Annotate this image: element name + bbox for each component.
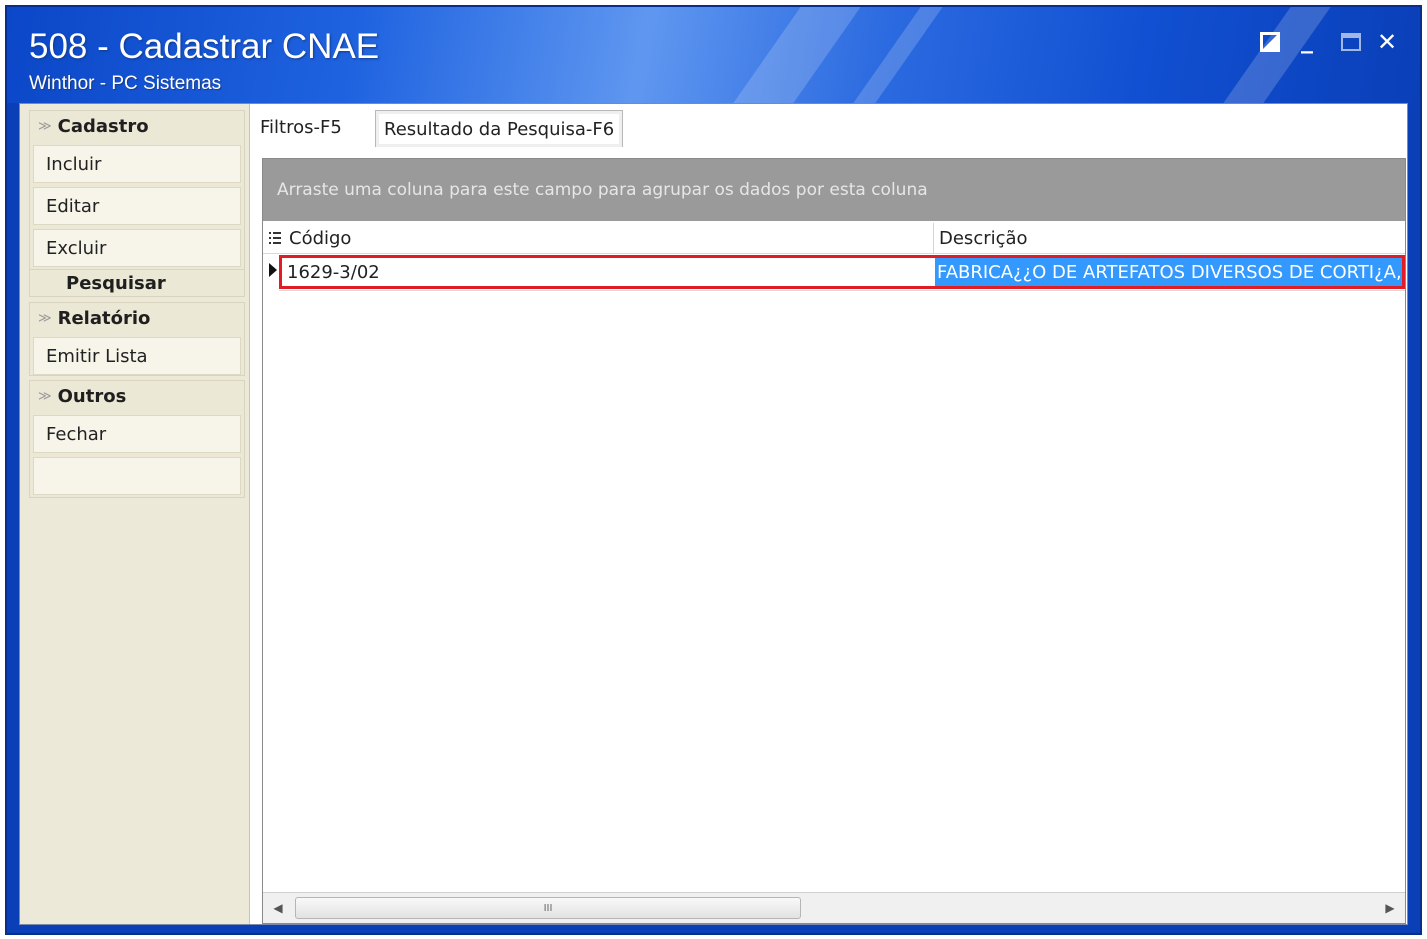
scroll-thumb[interactable]: III	[295, 897, 801, 919]
table-row[interactable]	[279, 255, 1405, 289]
window-title: 508 - Cadastrar CNAE	[29, 27, 380, 66]
scroll-right-icon[interactable]: ▶	[1379, 897, 1401, 919]
client-area: ≫ Cadastro Incluir Editar Excluir Pesqui…	[19, 103, 1408, 925]
tab-filtros[interactable]: Filtros-F5	[260, 110, 342, 144]
sidebar-item-editar[interactable]: Editar	[33, 187, 241, 225]
group-title: Relatório	[57, 307, 151, 329]
list-icon	[269, 232, 281, 244]
group-relatorio: ≫ Relatório Emitir Lista	[29, 302, 245, 376]
current-row-indicator-icon	[269, 263, 277, 277]
minimize-button[interactable]: _	[1294, 26, 1320, 54]
tab-resultado-pesquisa[interactable]: Resultado da Pesquisa-F6	[375, 110, 624, 147]
results-grid: Arraste uma coluna para este campo para …	[262, 158, 1406, 924]
sidebar-item-empty	[33, 457, 241, 495]
group-header-outros[interactable]: ≫ Outros	[30, 381, 244, 411]
main-content: Filtros-F5 Resultado da Pesquisa-F6 Arra…	[250, 104, 1407, 924]
title-bar-decoration	[733, 7, 861, 103]
group-title: Cadastro	[57, 115, 149, 137]
sidebar-item-emitir-lista[interactable]: Emitir Lista	[33, 337, 241, 375]
horizontal-scrollbar[interactable]: ◀ III ▶	[263, 892, 1405, 923]
group-cadastro: ≫ Cadastro Incluir Editar Excluir	[29, 110, 245, 270]
restore-button[interactable]	[1257, 29, 1283, 55]
title-bar-decoration	[853, 7, 943, 103]
sidebar-item-incluir[interactable]: Incluir	[33, 145, 241, 183]
sidebar-item-fechar[interactable]: Fechar	[33, 415, 241, 453]
close-button[interactable]: ✕	[1374, 28, 1400, 56]
title-bar-decoration	[1223, 7, 1331, 103]
window-subtitle: Winthor - PC Sistemas	[29, 73, 222, 94]
group-header-cadastro[interactable]: ≫ Cadastro	[30, 111, 244, 141]
title-bar[interactable]: 508 - Cadastrar CNAE Winthor - PC Sistem…	[7, 7, 1420, 103]
maximize-icon	[1341, 33, 1361, 51]
group-header-relatorio[interactable]: ≫ Relatório	[30, 303, 244, 333]
search-button[interactable]: Pesquisar	[29, 269, 245, 297]
sidebar-item-excluir[interactable]: Excluir	[33, 229, 241, 267]
maximize-button[interactable]	[1338, 29, 1364, 55]
chevron-down-icon: ≫	[38, 310, 52, 326]
restore-icon	[1260, 32, 1280, 52]
chevron-down-icon: ≫	[38, 388, 52, 404]
chevron-down-icon: ≫	[38, 118, 52, 134]
row-divider	[279, 290, 1405, 291]
column-chooser-icon[interactable]	[269, 223, 283, 253]
column-divider[interactable]	[933, 223, 934, 253]
column-header-codigo[interactable]: Código	[289, 223, 351, 253]
column-header-descricao[interactable]: Descrição	[939, 223, 1028, 253]
sidebar: ≫ Cadastro Incluir Editar Excluir Pesqui…	[20, 104, 250, 924]
header-divider	[263, 253, 1405, 254]
scroll-left-icon[interactable]: ◀	[267, 897, 289, 919]
app-window: 508 - Cadastrar CNAE Winthor - PC Sistem…	[5, 5, 1422, 935]
group-title: Outros	[57, 385, 127, 407]
group-outros: ≫ Outros Fechar	[29, 380, 245, 498]
group-by-panel[interactable]: Arraste uma coluna para este campo para …	[263, 159, 1405, 221]
